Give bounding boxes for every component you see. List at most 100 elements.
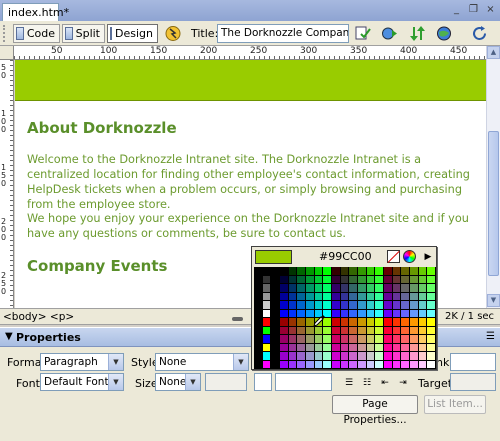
color-swatch[interactable]	[401, 309, 410, 318]
color-swatch[interactable]	[262, 326, 272, 335]
color-swatch[interactable]	[340, 292, 350, 301]
color-swatch[interactable]	[358, 292, 367, 301]
design-view-button[interactable]: Design	[107, 24, 158, 43]
color-swatch[interactable]	[349, 275, 358, 284]
color-swatch[interactable]	[323, 352, 332, 361]
color-swatch[interactable]	[384, 301, 393, 310]
color-swatch[interactable]	[392, 309, 402, 318]
size-select[interactable]: None ▼	[155, 373, 201, 391]
color-swatch[interactable]	[288, 335, 298, 344]
color-swatch[interactable]	[297, 318, 306, 327]
color-swatch[interactable]	[323, 326, 332, 335]
color-swatch[interactable]	[332, 352, 341, 361]
color-swatch[interactable]	[349, 335, 358, 344]
color-swatch[interactable]	[323, 360, 332, 369]
color-swatch[interactable]	[366, 267, 376, 276]
color-swatch[interactable]	[254, 352, 263, 361]
color-swatch[interactable]	[271, 267, 280, 276]
color-swatch[interactable]	[280, 309, 289, 318]
text-indent-icon[interactable]: ⇥	[396, 377, 410, 389]
color-swatch[interactable]	[375, 318, 384, 327]
minimize-icon[interactable]: _	[451, 4, 462, 15]
color-swatch[interactable]	[392, 292, 402, 301]
heading-about[interactable]: About Dorknozzle	[27, 119, 177, 137]
color-swatch[interactable]	[271, 335, 280, 344]
page-title-input[interactable]: The Dorknozzle Company Intranet	[217, 24, 349, 43]
color-swatch[interactable]	[254, 292, 263, 301]
color-swatch[interactable]	[366, 275, 376, 284]
color-swatch[interactable]	[254, 267, 263, 276]
color-swatch[interactable]	[271, 318, 280, 327]
color-swatch[interactable]	[349, 343, 358, 352]
color-swatch[interactable]	[288, 267, 298, 276]
color-swatch[interactable]	[349, 352, 358, 361]
color-swatch[interactable]	[314, 343, 324, 352]
color-swatch[interactable]	[280, 335, 289, 344]
color-swatch[interactable]	[410, 352, 419, 361]
color-swatch[interactable]	[332, 335, 341, 344]
color-swatch[interactable]	[280, 343, 289, 352]
browser-check-icon[interactable]	[436, 25, 454, 42]
color-swatch[interactable]	[418, 275, 428, 284]
color-swatch[interactable]	[323, 301, 332, 310]
color-swatch[interactable]	[288, 318, 298, 327]
color-swatch[interactable]	[410, 309, 419, 318]
text-color-button[interactable]	[254, 373, 272, 391]
color-swatch[interactable]	[410, 343, 419, 352]
color-swatch[interactable]	[271, 284, 280, 293]
code-view-button[interactable]: Code	[13, 24, 60, 43]
color-swatch[interactable]	[280, 318, 289, 327]
color-swatch[interactable]	[314, 284, 324, 293]
color-swatch[interactable]	[410, 326, 419, 335]
color-swatch[interactable]	[271, 292, 280, 301]
color-swatch[interactable]	[384, 326, 393, 335]
file-management-icon[interactable]	[409, 25, 427, 42]
link-input[interactable]	[450, 353, 496, 371]
color-swatch[interactable]	[349, 284, 358, 293]
color-swatch[interactable]	[323, 267, 332, 276]
color-swatch[interactable]	[418, 360, 428, 369]
color-swatch[interactable]	[427, 360, 436, 369]
color-swatch[interactable]	[366, 326, 376, 335]
color-swatch[interactable]	[384, 343, 393, 352]
color-swatch[interactable]	[332, 275, 341, 284]
color-swatch[interactable]	[427, 352, 436, 361]
color-swatch[interactable]	[375, 267, 384, 276]
color-swatch[interactable]	[323, 284, 332, 293]
color-swatch[interactable]	[349, 360, 358, 369]
color-swatch[interactable]	[306, 352, 315, 361]
color-swatch[interactable]	[375, 275, 384, 284]
panel-options-icon[interactable]: ☰	[486, 331, 495, 342]
color-swatch[interactable]	[340, 301, 350, 310]
color-swatch[interactable]	[340, 352, 350, 361]
color-swatch[interactable]	[418, 352, 428, 361]
color-swatch[interactable]	[410, 335, 419, 344]
color-swatch[interactable]	[314, 267, 324, 276]
scroll-thumb[interactable]	[488, 131, 499, 276]
color-swatch[interactable]	[401, 284, 410, 293]
color-swatch[interactable]	[392, 301, 402, 310]
color-swatch[interactable]	[366, 335, 376, 344]
document-tab[interactable]: index.htm*	[2, 3, 69, 21]
color-swatch[interactable]	[306, 267, 315, 276]
color-swatch[interactable]	[358, 360, 367, 369]
color-swatch[interactable]	[366, 309, 376, 318]
color-swatch[interactable]	[401, 352, 410, 361]
color-swatch[interactable]	[384, 352, 393, 361]
color-swatch[interactable]	[401, 301, 410, 310]
color-swatch[interactable]	[340, 275, 350, 284]
color-swatch[interactable]	[375, 284, 384, 293]
color-swatch[interactable]	[314, 292, 324, 301]
color-swatch[interactable]	[280, 326, 289, 335]
color-swatch[interactable]	[392, 267, 402, 276]
color-swatch[interactable]	[332, 360, 341, 369]
color-swatch[interactable]	[262, 275, 272, 284]
color-swatch[interactable]	[418, 318, 428, 327]
live-data-icon[interactable]	[164, 25, 182, 42]
ordered-list-icon[interactable]: ☷	[360, 377, 374, 389]
color-swatch[interactable]	[332, 326, 341, 335]
color-swatch[interactable]	[427, 275, 436, 284]
color-swatch[interactable]	[254, 301, 263, 310]
vertical-scrollbar[interactable]: ▲ ▼	[486, 46, 500, 308]
color-swatch[interactable]	[280, 360, 289, 369]
